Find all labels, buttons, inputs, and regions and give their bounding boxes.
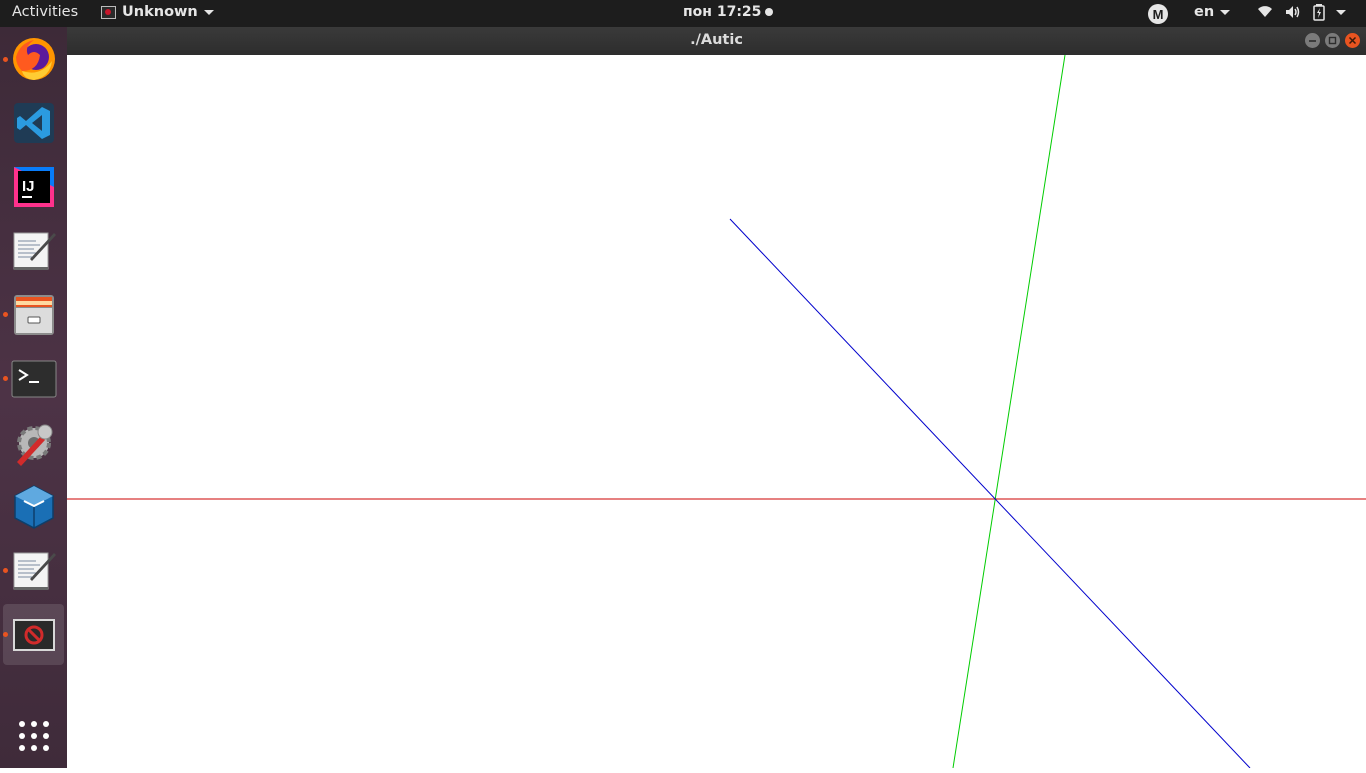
activities-button[interactable]: Activities <box>12 4 78 20</box>
firefox-icon <box>12 37 55 80</box>
dock: IJ <box>0 27 67 768</box>
dock-item-vscode[interactable] <box>3 92 64 153</box>
maximize-button[interactable] <box>1325 33 1340 48</box>
dock-item-terminal[interactable] <box>3 348 64 409</box>
window-titlebar[interactable]: ./Autic <box>67 27 1366 55</box>
dock-item-system-tools[interactable] <box>3 412 64 473</box>
system-menu[interactable] <box>1256 3 1346 21</box>
wrench-gear-icon <box>16 424 52 466</box>
running-indicator <box>3 568 8 573</box>
terminal-icon <box>11 360 56 397</box>
axes-scene <box>67 54 1366 769</box>
chevron-down-icon <box>1336 9 1346 15</box>
close-button[interactable] <box>1345 33 1360 48</box>
keyboard-layout-menu[interactable]: en <box>1194 4 1231 20</box>
chevron-down-icon <box>1220 9 1231 15</box>
running-indicator <box>3 632 8 637</box>
dock-item-intellij[interactable]: IJ <box>3 156 64 217</box>
y-axis-line <box>952 54 1066 769</box>
volume-icon <box>1286 6 1300 18</box>
close-icon <box>1348 36 1357 45</box>
clock-label: пон 17:25 <box>683 4 762 20</box>
grid-icon <box>18 720 49 751</box>
running-indicator <box>3 57 8 62</box>
minimize-button[interactable] <box>1305 33 1320 48</box>
file-cabinet-icon <box>13 294 54 335</box>
dock-item-text-editor-2[interactable] <box>3 540 64 601</box>
vscode-icon <box>13 102 54 143</box>
dock-item-files[interactable] <box>3 284 64 345</box>
account-icon[interactable]: M <box>1148 4 1168 24</box>
running-indicator <box>3 376 8 381</box>
dock-item-text-editor[interactable] <box>3 220 64 281</box>
app-menu[interactable]: Unknown <box>101 4 214 20</box>
running-indicator <box>3 312 8 317</box>
z-axis-line <box>729 218 1251 769</box>
render-canvas[interactable] <box>67 54 1366 769</box>
app-menu-label: Unknown <box>122 4 198 20</box>
battery-icon <box>1313 4 1325 21</box>
chevron-down-icon <box>203 9 214 15</box>
svg-text:IJ: IJ <box>22 178 35 195</box>
intellij-icon: IJ <box>13 166 54 207</box>
wifi-icon <box>1258 6 1272 17</box>
window-title: ./Autic <box>690 32 743 48</box>
notification-dot-icon <box>765 8 774 16</box>
maximize-icon <box>1328 36 1337 45</box>
app-icon <box>101 5 116 19</box>
unknown-app-icon <box>12 618 55 651</box>
clock[interactable]: пон 17:25 <box>683 4 774 20</box>
text-editor-icon <box>13 552 56 590</box>
dock-item-virtualbox[interactable] <box>3 476 64 537</box>
text-editor-icon <box>13 232 56 270</box>
top-bar: Activities Unknown пон 17:25 M en <box>0 0 1366 27</box>
dock-item-unknown-app[interactable] <box>3 604 64 665</box>
dock-item-firefox[interactable] <box>3 28 64 89</box>
keyboard-layout-label: en <box>1194 4 1215 20</box>
show-applications-button[interactable] <box>3 705 64 766</box>
virtualbox-icon <box>13 484 54 529</box>
minimize-icon <box>1309 40 1316 42</box>
